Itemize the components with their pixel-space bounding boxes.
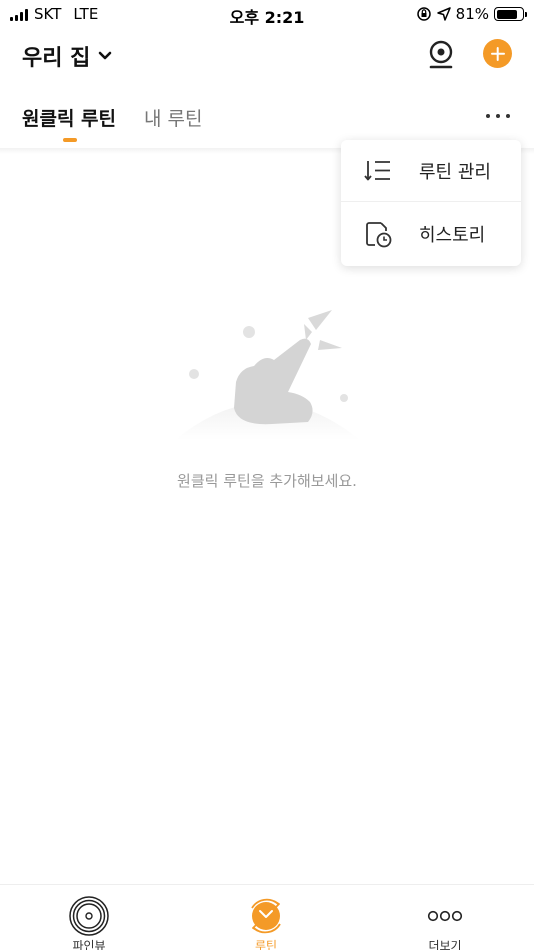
tab-my-routine[interactable]: 내 루틴 [144, 104, 202, 131]
location-arrow-icon [436, 7, 451, 21]
menu-item-routine-manage[interactable]: 루틴 관리 [341, 140, 521, 202]
menu-item-history[interactable]: 히스토리 [341, 203, 521, 265]
nav-label-finview: 파인뷰 [72, 939, 106, 950]
empty-state-message: 원클릭 루틴을 추가해보세요. [177, 472, 357, 490]
status-right: 81% [416, 5, 527, 23]
menu-label-routine-manage: 루틴 관리 [419, 161, 491, 183]
battery-level [496, 9, 517, 19]
routine-icon [251, 898, 281, 934]
options-menu: 루틴 관리 히스토리 [341, 140, 521, 266]
nav-item-finview[interactable]: 파인뷰 [39, 891, 139, 950]
header: 우리 집 [0, 32, 534, 80]
chevron-down-icon [99, 51, 112, 60]
bottom-navigation: 파인뷰 루틴 더보기 [0, 884, 534, 950]
tab-one-click-routine[interactable]: 원클릭 루틴 [22, 104, 116, 131]
more-options-button[interactable] [482, 104, 514, 128]
add-button[interactable] [483, 39, 512, 68]
battery-icon [494, 7, 527, 21]
nav-item-routine[interactable]: 루틴 [216, 891, 316, 950]
camera-icon[interactable] [424, 38, 458, 72]
finview-icon [69, 896, 109, 936]
status-bar: SKT LTE 오후 2:21 81% [0, 0, 534, 30]
home-selector[interactable]: 우리 집 [22, 40, 112, 72]
nav-label-routine: 루틴 [254, 939, 278, 950]
orientation-lock-icon [416, 7, 431, 21]
home-name: 우리 집 [22, 46, 91, 71]
battery-percent: 81% [455, 5, 489, 23]
more-icon [427, 910, 463, 922]
active-tab-indicator [63, 138, 77, 142]
tap-hand-icon [175, 310, 360, 440]
sort-list-icon [364, 161, 390, 181]
history-icon [366, 222, 392, 248]
nav-item-more[interactable]: 더보기 [395, 891, 495, 950]
menu-label-history: 히스토리 [419, 225, 486, 246]
nav-label-more: 더보기 [428, 939, 462, 950]
